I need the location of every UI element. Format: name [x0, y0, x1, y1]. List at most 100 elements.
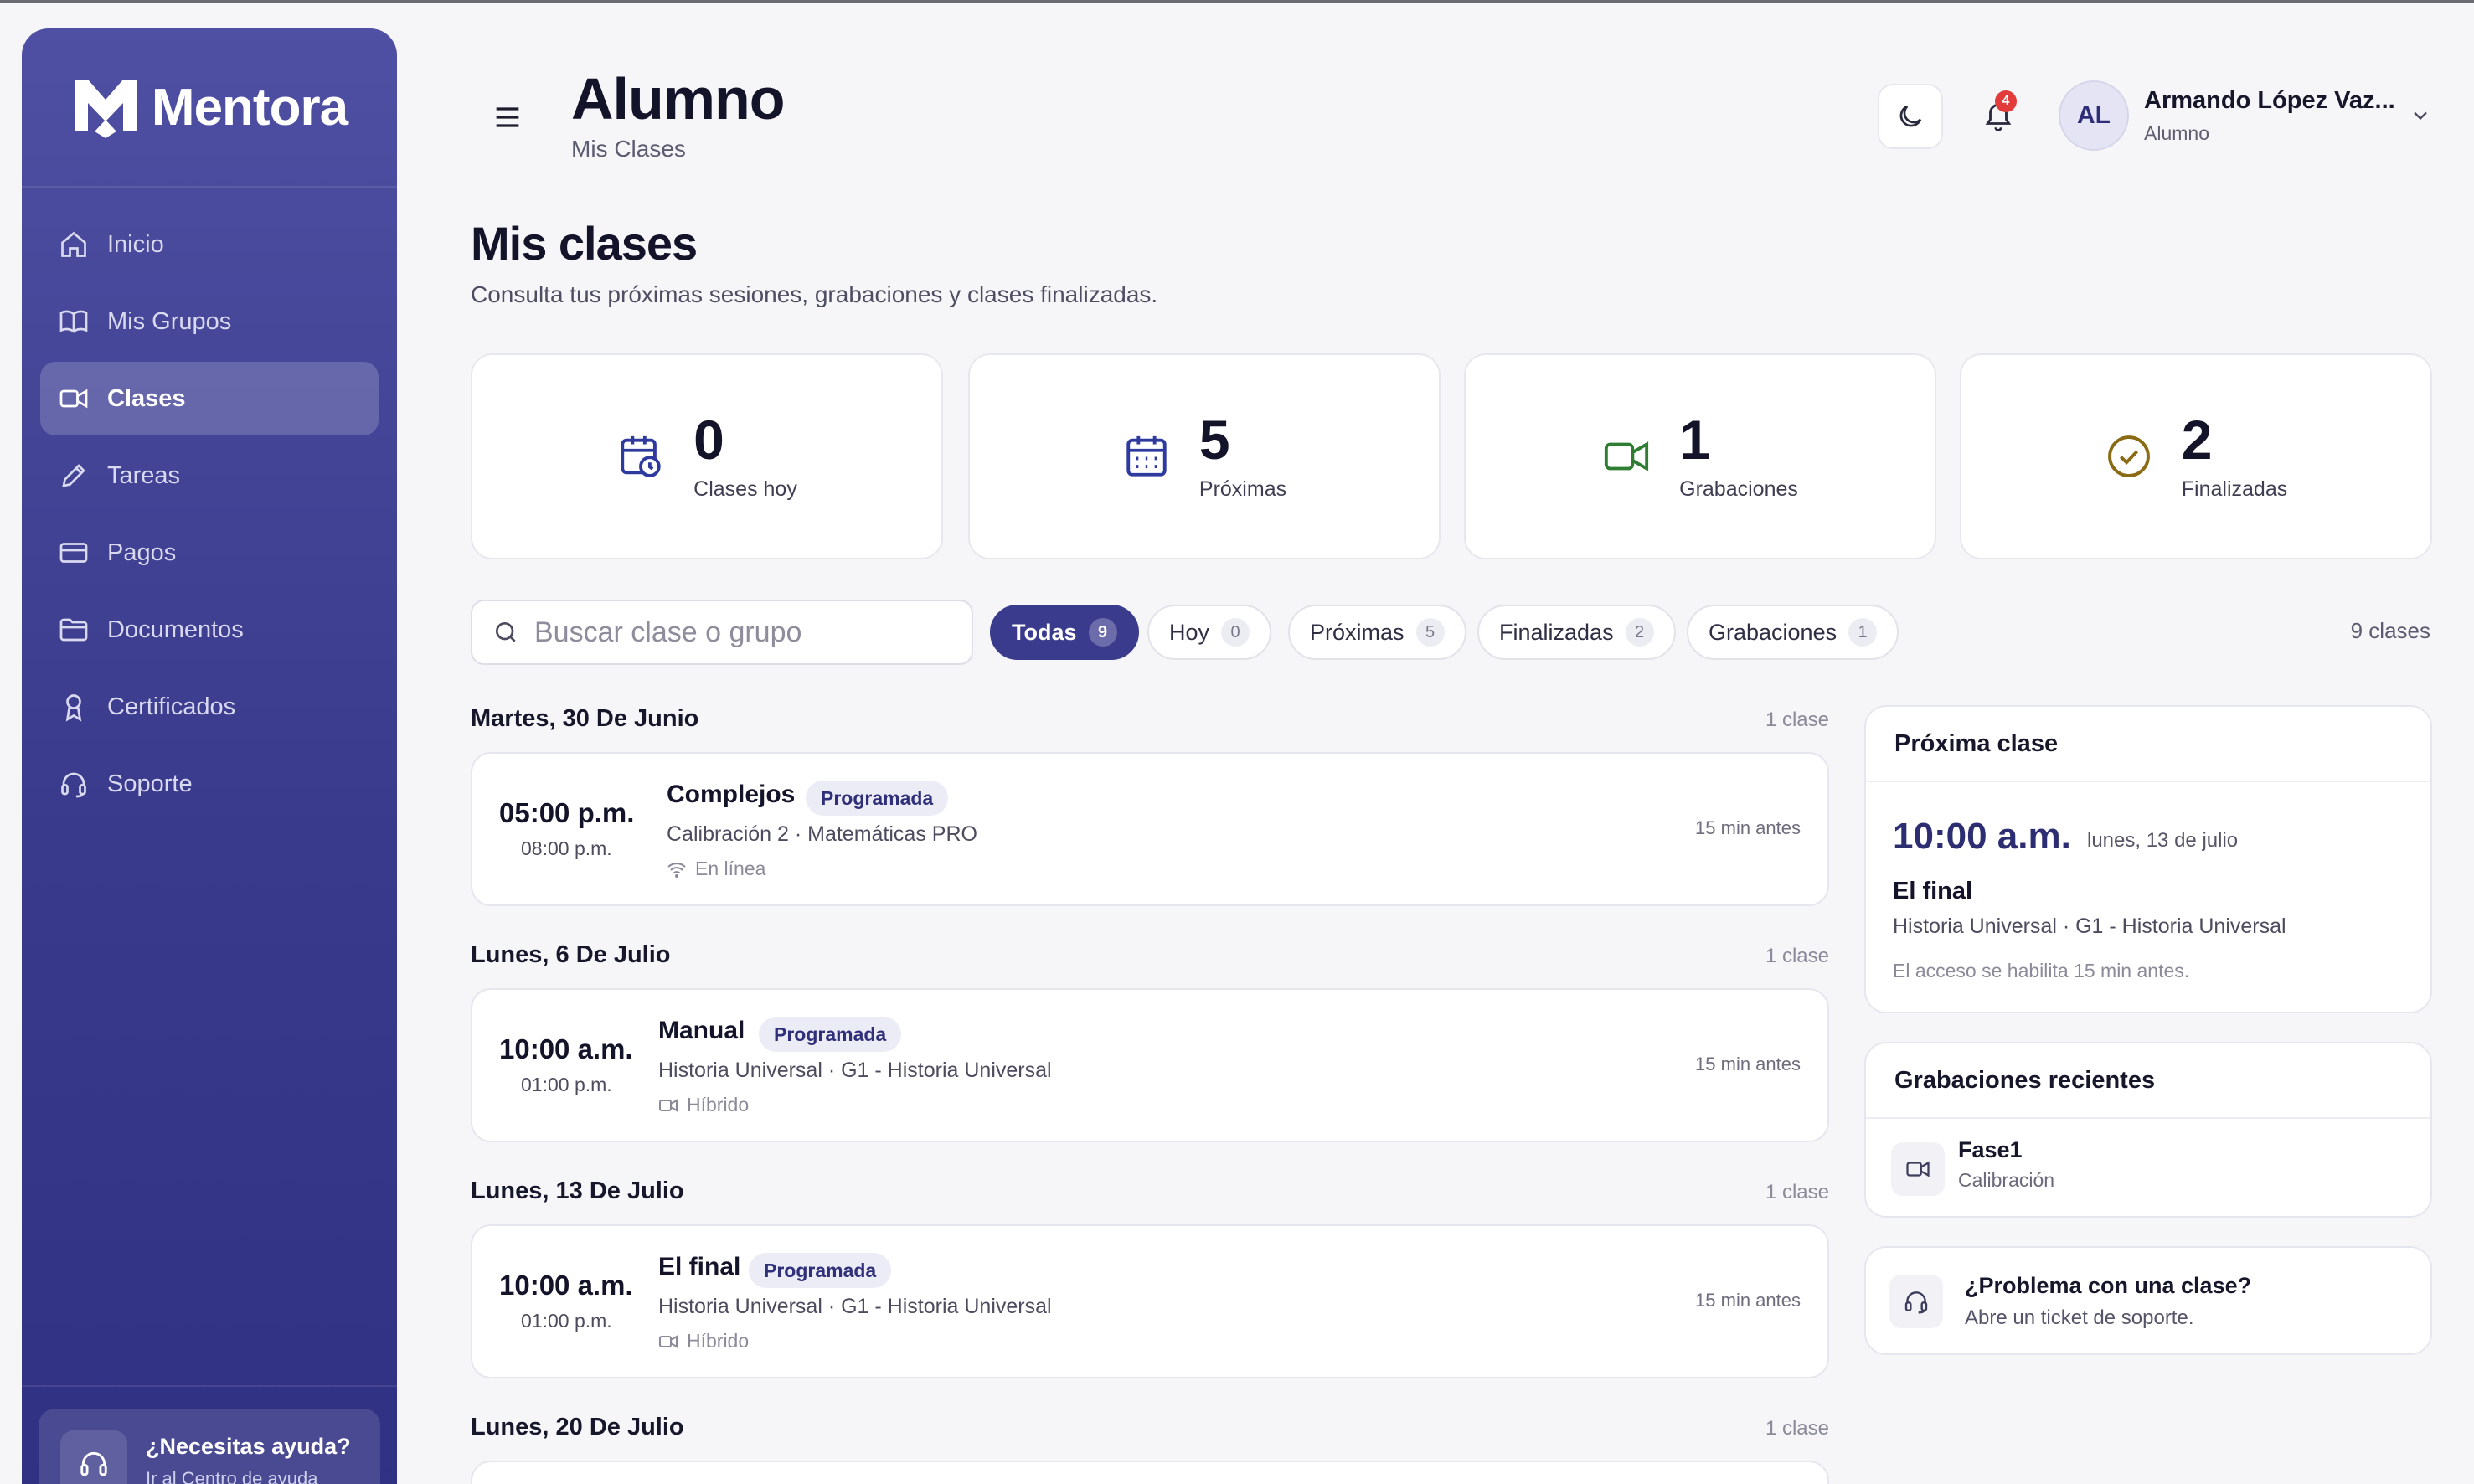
filter-chip-proximas[interactable]: Próximas 5 [1288, 605, 1466, 660]
check-circle-icon [2107, 435, 2150, 477]
status-badge: Programada [759, 1017, 902, 1052]
headset-icon [1889, 1275, 1943, 1328]
stat-card-upcoming: 5 Próximas [968, 353, 1441, 559]
class-mode-label: Híbrido [687, 1330, 750, 1352]
sidebar-item-pagos[interactable]: Pagos [40, 516, 379, 590]
sidebar-item-soporte[interactable]: Soporte [40, 747, 379, 821]
calendar-icon [1126, 435, 1167, 477]
support-subtitle: Abre un ticket de soporte. [1965, 1306, 2194, 1329]
sidebar-item-clases[interactable]: Clases [40, 362, 379, 435]
section-title: Mis clases [471, 217, 698, 270]
stat-label: Clases hoy [693, 477, 797, 501]
headset-icon [61, 772, 86, 798]
chip-label: Hoy [1169, 619, 1210, 645]
recording-subtitle: Calibración [1958, 1169, 2055, 1191]
status-badge: Programada [806, 781, 949, 816]
class-card[interactable] [471, 1461, 1829, 1484]
class-card[interactable]: 10:00 a.m. 01:00 p.m. El final Programad… [471, 1224, 1829, 1378]
next-class-date: lunes, 13 de julio [2087, 829, 2239, 852]
class-name: Manual [658, 1017, 745, 1044]
section-subtitle: Consulta tus próximas sesiones, grabacio… [471, 281, 1158, 307]
stat-value: 1 [1679, 408, 1710, 471]
stat-label: Próximas [1198, 477, 1287, 501]
class-name: Complejos [667, 781, 796, 808]
chevron-down-icon [2414, 111, 2427, 121]
credit-card-icon [59, 543, 88, 563]
recording-name: Fase1 [1958, 1137, 2023, 1162]
class-meta: Calibración 2 · Matemáticas PRO [667, 822, 977, 846]
recent-recordings-card: Grabaciones recientes Fase1 Calibración [1864, 1042, 2432, 1218]
class-mode: Híbrido [658, 1330, 749, 1353]
filter-chip-finalizadas[interactable]: Finalizadas 2 [1477, 605, 1676, 660]
sidebar-item-label: Clases [107, 384, 186, 412]
award-icon [65, 694, 82, 722]
sidebar-item-mis-grupos[interactable]: Mis Grupos [40, 285, 379, 358]
chip-label: Finalizadas [1499, 619, 1614, 645]
user-role: Alumno [2144, 122, 2209, 144]
sidebar: Mentora Inicio Mis Grupos Clases Tareas … [22, 28, 397, 1484]
sidebar-item-label: Soporte [107, 770, 193, 797]
next-class-name: El final [1893, 878, 1973, 904]
class-card[interactable]: 10:00 a.m. 01:00 p.m. Manual Programada … [471, 988, 1829, 1142]
sidebar-nav: Inicio Mis Grupos Clases Tareas Pagos Do… [22, 188, 397, 821]
sidebar-item-label: Pagos [107, 538, 177, 566]
sidebar-item-documentos[interactable]: Documentos [40, 593, 379, 667]
sidebar-item-tareas[interactable]: Tareas [40, 439, 379, 513]
class-reminder: 15 min antes [1695, 1290, 1801, 1311]
class-start-time: 10:00 a.m. [499, 1033, 633, 1064]
class-meta: Historia Universal · G1 - Historia Unive… [658, 1059, 1052, 1082]
support-ticket-card[interactable]: ¿Problema con una clase? Abre un ticket … [1864, 1246, 2432, 1355]
filter-chip-todas[interactable]: Todas 9 [990, 605, 1139, 660]
help-title: ¿Necesitas ayuda? [146, 1434, 351, 1459]
home-icon [61, 231, 86, 257]
day-class-count: 1 clase [1765, 1417, 1829, 1440]
next-class-time: 10:00 a.m. [1893, 816, 2071, 857]
day-header: Martes, 30 De Junio [471, 705, 699, 732]
filter-chip-grabaciones[interactable]: Grabaciones 1 [1687, 605, 1899, 660]
search-icon [496, 622, 516, 642]
total-classes-count: 9 clases [2350, 618, 2430, 643]
day-header: Lunes, 6 De Julio [471, 941, 671, 968]
video-icon [659, 1334, 678, 1348]
stat-label: Grabaciones [1679, 477, 1798, 501]
brand[interactable]: Mentora [22, 28, 397, 188]
help-subtitle: Ir al Centro de ayuda [146, 1468, 318, 1484]
class-card[interactable]: 05:00 p.m. 08:00 p.m. Complejos Programa… [471, 752, 1829, 906]
user-menu-toggle[interactable] [2409, 104, 2432, 127]
chip-label: Todas [1012, 619, 1077, 645]
hamburger-icon [496, 107, 519, 127]
menu-toggle-button[interactable] [491, 100, 524, 134]
sidebar-item-label: Certificados [107, 693, 236, 720]
video-icon [1891, 1142, 1945, 1196]
theme-toggle-button[interactable] [1878, 84, 1943, 149]
chip-label: Grabaciones [1709, 619, 1837, 645]
search-box[interactable] [471, 600, 973, 665]
mentora-logo-icon [71, 71, 140, 144]
next-class-card[interactable]: Próxima clase 10:00 a.m. lunes, 13 de ju… [1864, 705, 2432, 1013]
sidebar-item-certificados[interactable]: Certificados [40, 670, 379, 744]
page-title: Alumno [571, 66, 786, 131]
avatar[interactable]: AL [2059, 80, 2129, 151]
day-class-count: 1 clase [1765, 945, 1829, 967]
help-center-link[interactable]: ¿Necesitas ayuda? Ir al Centro de ayuda [39, 1409, 380, 1484]
day-class-count: 1 clase [1765, 709, 1829, 731]
search-input[interactable] [534, 616, 953, 649]
brand-name: Mentora [151, 78, 348, 137]
filter-chip-hoy[interactable]: Hoy 0 [1147, 605, 1272, 660]
user-name[interactable]: Armando López Vaz... [2144, 87, 2395, 115]
class-end-time: 01:00 p.m. [521, 1074, 612, 1095]
class-meta: Historia Universal · G1 - Historia Unive… [658, 1295, 1052, 1318]
status-badge: Programada [749, 1253, 892, 1288]
sidebar-item-inicio[interactable]: Inicio [40, 208, 379, 281]
video-icon [59, 389, 88, 409]
pencil-icon [62, 464, 85, 487]
chip-count: 2 [1625, 618, 1654, 647]
class-reminder: 15 min antes [1695, 817, 1801, 838]
headset-icon [60, 1430, 127, 1484]
support-title: ¿Problema con una clase? [1965, 1273, 2252, 1298]
sidebar-item-label: Mis Grupos [107, 307, 232, 335]
calendar-clock-icon [621, 435, 661, 477]
window-top-border [0, 0, 2474, 3]
stat-label: Finalizadas [2181, 477, 2288, 501]
day-header: Lunes, 20 De Julio [471, 1414, 684, 1440]
